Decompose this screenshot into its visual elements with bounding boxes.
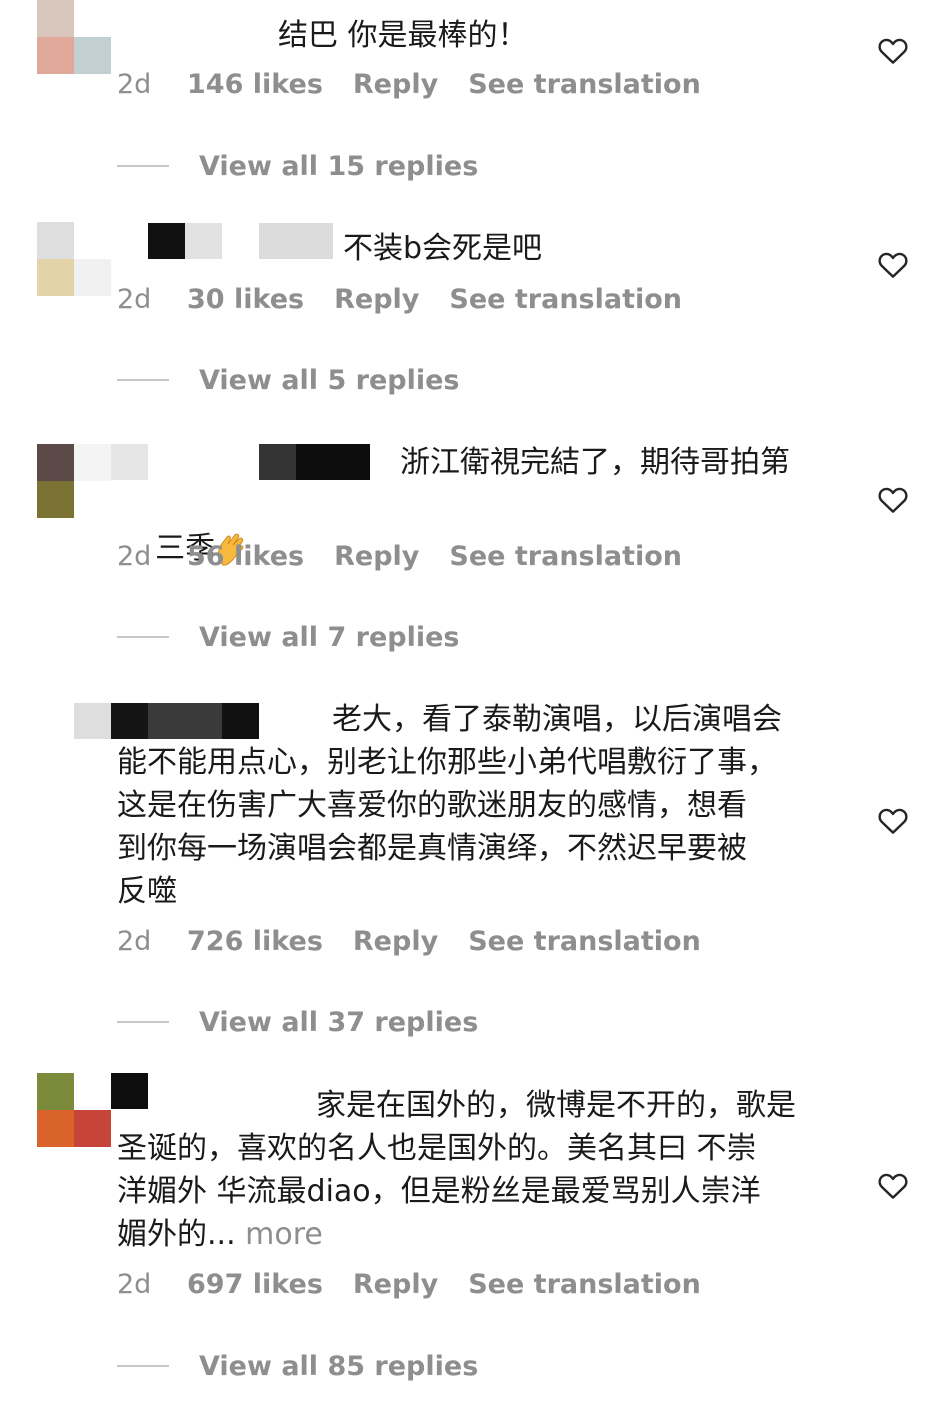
heart-outline-icon[interactable] xyxy=(877,484,909,514)
avatar[interactable] xyxy=(37,222,111,296)
view-replies-button[interactable]: View all 37 replies xyxy=(117,1005,478,1039)
replies-divider xyxy=(117,1365,169,1367)
view-replies-label: View all 37 replies xyxy=(199,1006,479,1038)
reply-button[interactable]: Reply xyxy=(334,541,419,572)
heart-outline-icon[interactable] xyxy=(877,35,909,65)
heart-outline-icon[interactable] xyxy=(877,1170,909,1200)
comment-meta: 2d 726 likes Reply See translation xyxy=(117,924,701,958)
username-redacted[interactable] xyxy=(74,703,334,739)
comment-text-body: 圣诞的，喜欢的名人也是国外的。美名其曰 不崇 洋媚外 华流最diao，但是粉丝是… xyxy=(117,1127,837,1256)
comment-text: 结巴 你是最棒的！ xyxy=(278,18,528,53)
view-replies-label: View all 85 replies xyxy=(199,1350,479,1382)
comment-text-line1: 家是在国外的，微博是不开的，歌是 xyxy=(316,1088,796,1123)
comment-text-line1: 老大，看了泰勒演唱，以后演唱会 xyxy=(332,702,782,737)
see-translation-button[interactable]: See translation xyxy=(468,1269,701,1300)
likes-count[interactable]: 30 likes xyxy=(187,284,304,315)
heart-outline-icon[interactable] xyxy=(877,249,909,279)
username-redacted[interactable] xyxy=(111,444,371,480)
reply-button[interactable]: Reply xyxy=(353,926,438,957)
comment-meta: 2d 697 likes Reply See translation xyxy=(117,1267,701,1301)
avatar[interactable] xyxy=(37,444,111,518)
username-redacted[interactable] xyxy=(111,1073,151,1109)
comment-time: 2d xyxy=(117,283,152,315)
avatar[interactable] xyxy=(37,0,111,74)
comment-time: 2d xyxy=(117,68,152,100)
comment-time: 2d xyxy=(117,540,152,572)
reply-button[interactable]: Reply xyxy=(353,69,438,100)
comment-meta: 2d 146 likes Reply See translation xyxy=(117,67,701,101)
reply-button[interactable]: Reply xyxy=(334,284,419,315)
reply-button[interactable]: Reply xyxy=(353,1269,438,1300)
comment-text-continued: 圣诞的，喜欢的名人也是国外的。美名其曰 不崇 洋媚外 华流最diao，但是粉丝是… xyxy=(117,1131,761,1252)
comment-time: 2d xyxy=(117,925,152,957)
more-link[interactable]: more xyxy=(245,1217,323,1252)
see-translation-button[interactable]: See translation xyxy=(468,69,701,100)
username-redacted[interactable] xyxy=(148,223,338,259)
replies-divider xyxy=(117,165,169,167)
comment-time: 2d xyxy=(117,1268,152,1300)
see-translation-button[interactable]: See translation xyxy=(449,284,682,315)
replies-divider xyxy=(117,636,169,638)
view-replies-label: View all 7 replies xyxy=(199,621,460,653)
comment-text-body: 能不能用点心，别老让你那些小弟代唱敷衍了事， 这是在伤害广大喜爱你的歌迷朋友的感… xyxy=(117,745,777,909)
see-translation-button[interactable]: See translation xyxy=(468,926,701,957)
view-replies-button[interactable]: View all 85 replies xyxy=(117,1349,478,1383)
view-replies-button[interactable]: View all 5 replies xyxy=(117,363,460,397)
view-replies-button[interactable]: View all 15 replies xyxy=(117,149,478,183)
comment-text: 不装b会死是吧 xyxy=(343,231,543,266)
replies-divider xyxy=(117,1021,169,1023)
view-replies-label: View all 15 replies xyxy=(199,150,479,182)
view-replies-button[interactable]: View all 7 replies xyxy=(117,620,460,654)
comment-meta: 2d 56 likes Reply See translation xyxy=(117,539,682,573)
replies-divider xyxy=(117,379,169,381)
heart-outline-icon[interactable] xyxy=(877,805,909,835)
avatar[interactable] xyxy=(37,1073,111,1147)
see-translation-button[interactable]: See translation xyxy=(449,541,682,572)
comment-text-line1: 浙江衛視完結了，期待哥拍第 xyxy=(400,445,790,480)
view-replies-label: View all 5 replies xyxy=(199,364,460,396)
likes-count[interactable]: 697 likes xyxy=(187,1269,323,1300)
likes-count[interactable]: 726 likes xyxy=(187,926,323,957)
comment-meta: 2d 30 likes Reply See translation xyxy=(117,282,682,316)
likes-count[interactable]: 56 likes xyxy=(187,541,304,572)
likes-count[interactable]: 146 likes xyxy=(187,69,323,100)
